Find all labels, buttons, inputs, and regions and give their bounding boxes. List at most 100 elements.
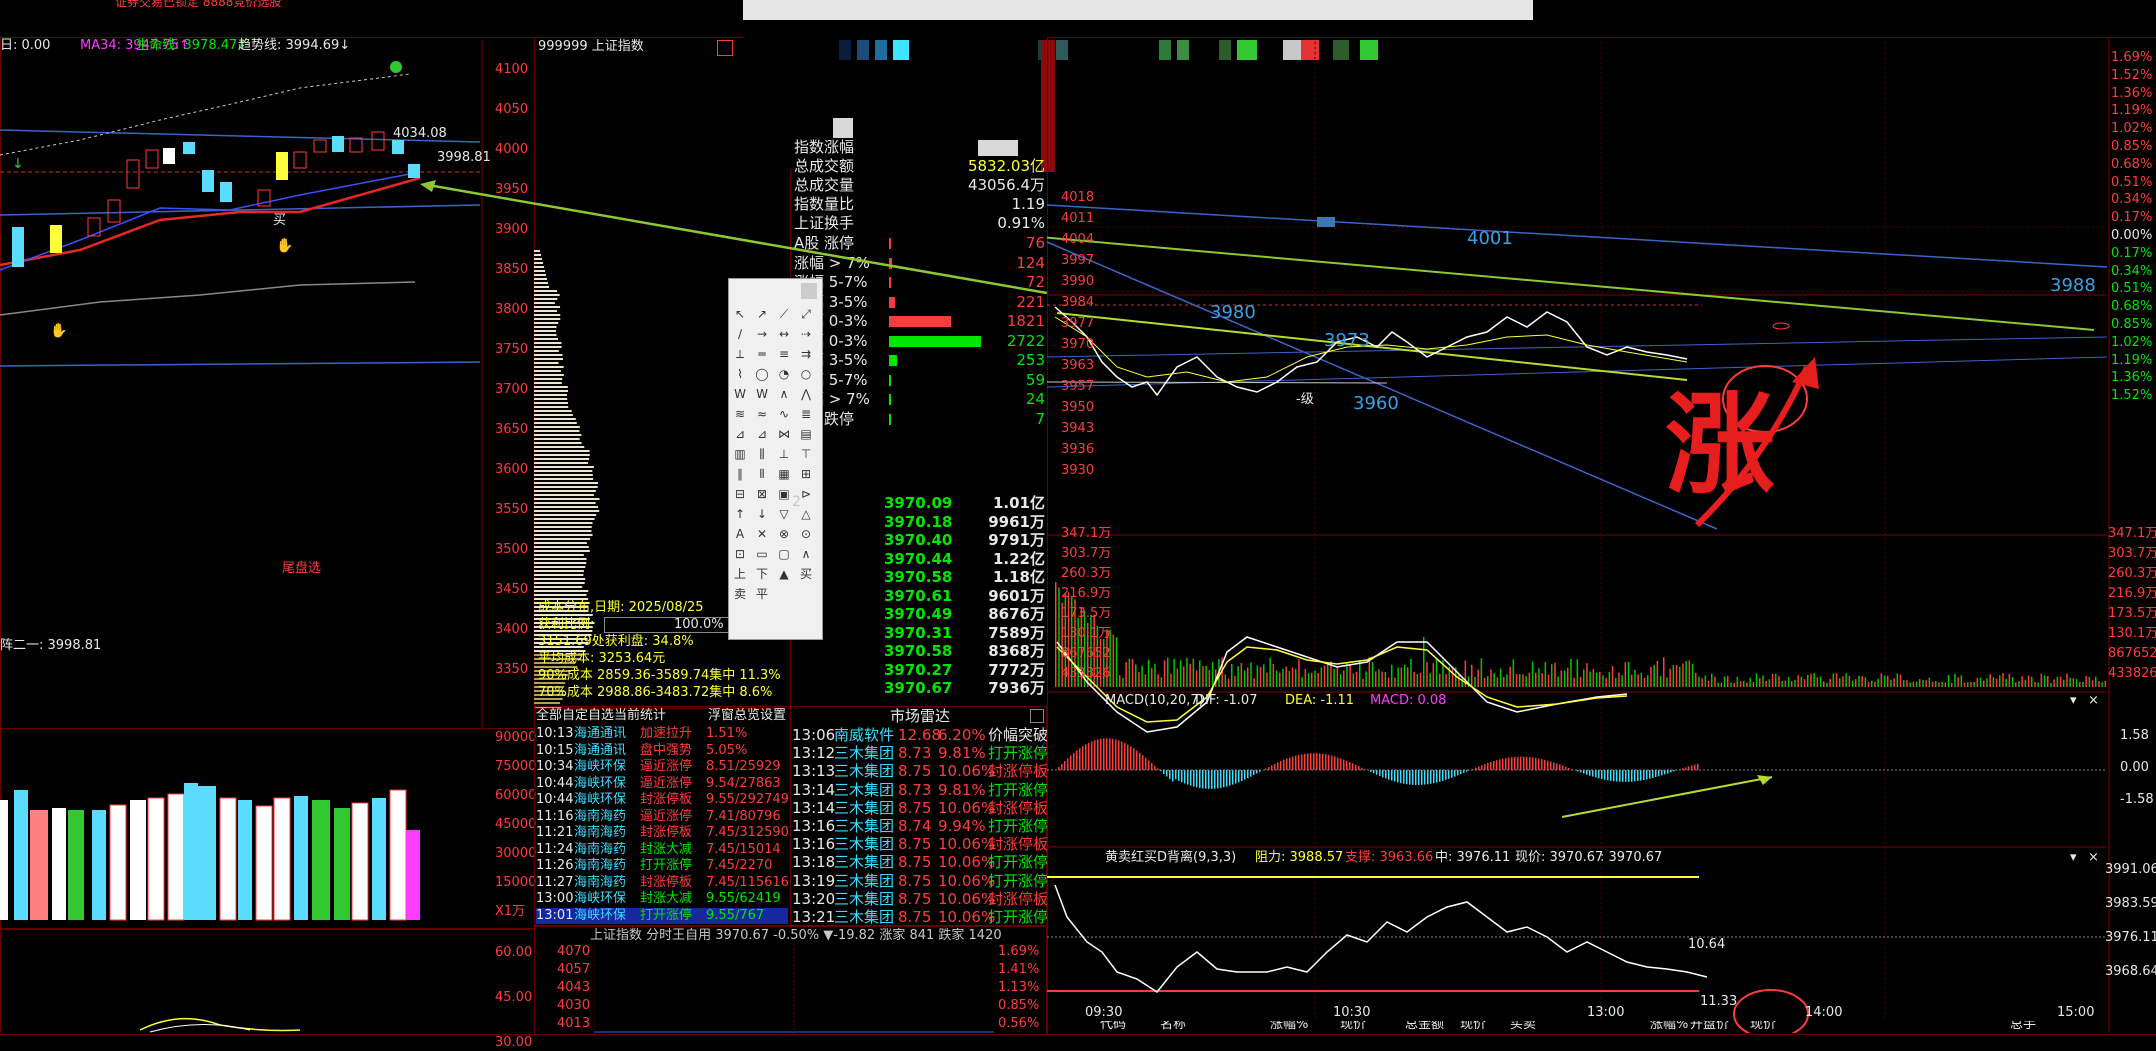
- alert-row[interactable]: 13:01海峡环保打开涨停9.55/767: [536, 908, 788, 924]
- toolbox-tool[interactable]: ⊡: [731, 545, 749, 563]
- alerts-tabs[interactable]: 全部自定自选当前统计浮窗总览设置: [536, 708, 788, 726]
- toolbox-tool[interactable]: ∥: [731, 465, 749, 483]
- toolbox-tool[interactable]: ⇢: [797, 325, 815, 343]
- toolbox-tool[interactable]: ⊞: [797, 465, 815, 483]
- toolbox-tool[interactable]: ⤢: [797, 305, 815, 323]
- toolbox-tool[interactable]: 平: [753, 585, 771, 603]
- macd-close-icon[interactable]: ×: [2088, 693, 2099, 709]
- toolbox-tool[interactable]: ↓: [753, 505, 771, 523]
- toolbox-tool[interactable]: ▽: [775, 505, 793, 523]
- radar-row[interactable]: 13:16三木集团8.7510.06%封涨停板: [792, 836, 1047, 854]
- alert-row[interactable]: 13:00海峡环保封涨大减9.55/62419: [536, 891, 788, 907]
- radar-row[interactable]: 13:12三木集团8.739.81%打开涨停: [792, 745, 1047, 763]
- toolbox-tool[interactable]: ≣: [797, 405, 815, 423]
- column-header[interactable]: 总手: [2010, 1021, 2036, 1033]
- column-header[interactable]: 代码: [1100, 1021, 1126, 1033]
- alert-tab[interactable]: 总览: [734, 708, 760, 724]
- radar-row[interactable]: 13:14三木集团8.7510.06%封涨停板: [792, 800, 1047, 818]
- toolbox-tool[interactable]: ○: [797, 365, 815, 383]
- toolbox-tool[interactable]: ⋈: [775, 425, 793, 443]
- tick-list[interactable]: 2 3970.091.01亿3970.189961万3970.409791万39…: [792, 494, 1047, 709]
- toolbox-tool[interactable]: ▦: [775, 465, 793, 483]
- alert-tab[interactable]: 浮窗: [708, 708, 734, 724]
- column-header[interactable]: 开盘价: [1690, 1021, 1729, 1033]
- toolbox-tool[interactable]: 卖: [731, 585, 749, 603]
- toolbox-tool[interactable]: ⟂: [731, 345, 749, 363]
- radar-row[interactable]: 13:14三木集团8.739.81%打开涨停: [792, 782, 1047, 800]
- intraday-chart[interactable]: [1047, 37, 2156, 1033]
- toolbox-tool[interactable]: ≈: [753, 405, 771, 423]
- column-header[interactable]: 现价: [1340, 1021, 1366, 1033]
- column-header[interactable]: 买卖: [1510, 1021, 1536, 1033]
- toolbox-tool[interactable]: ≡: [775, 345, 793, 363]
- alert-tab[interactable]: 当前: [614, 708, 640, 724]
- radar-row[interactable]: 13:18三木集团8.7510.06%打开涨停: [792, 854, 1047, 872]
- radar-row[interactable]: 13:19三木集团8.7510.06%打开涨停: [792, 873, 1047, 891]
- toolbox-tool[interactable]: ▤: [797, 425, 815, 443]
- radar-menu-icon[interactable]: [1030, 709, 1044, 723]
- toolbox-tool[interactable]: ↗: [753, 305, 771, 323]
- alert-row[interactable]: 11:24海南海药封涨大减7.45/15014: [536, 842, 788, 858]
- toolbox-tool[interactable]: W: [731, 385, 749, 403]
- toolbox-tool[interactable]: ↖: [731, 305, 749, 323]
- toolbox-tool[interactable]: ⊤: [797, 445, 815, 463]
- toolbox-tool[interactable]: ↑: [731, 505, 749, 523]
- column-header[interactable]: 涨幅%: [1650, 1021, 1688, 1033]
- toolbox-tool[interactable]: ⊿: [731, 425, 749, 443]
- radar-row[interactable]: 13:20三木集团8.7510.06%封涨停板: [792, 891, 1047, 909]
- macd-dropdown-icon[interactable]: ▾: [2070, 693, 2077, 709]
- toolbox-tool[interactable]: ✕: [753, 525, 771, 543]
- alert-tab[interactable]: 统计: [640, 708, 666, 724]
- toolbox-tool[interactable]: ≋: [731, 405, 749, 423]
- kline-chart[interactable]: ↓ ✋ ✋: [0, 40, 490, 730]
- toolbox-tool[interactable]: ▢: [775, 545, 793, 563]
- toolbox-tool[interactable]: ⊥: [775, 445, 793, 463]
- toolbox-tool[interactable]: W: [753, 385, 771, 403]
- profile-close-icon[interactable]: [717, 40, 733, 56]
- alert-row[interactable]: 10:15海通通讯盘中强势5.05%: [536, 743, 788, 759]
- alert-row[interactable]: 10:13海通通讯加速拉升1.51%: [536, 726, 788, 742]
- toolbox-tool[interactable]: ⊿: [753, 425, 771, 443]
- column-header[interactable]: 名称: [1160, 1021, 1186, 1033]
- toolbox-tool[interactable]: ↔: [775, 325, 793, 343]
- toolbox-tool[interactable]: ◯: [753, 365, 771, 383]
- toolbox-tool[interactable]: ▲: [775, 565, 793, 583]
- toolbox-tool[interactable]: 下: [753, 565, 771, 583]
- toolbox-tool[interactable]: ∧: [775, 385, 793, 403]
- toolbox-tool[interactable]: ⊗: [775, 525, 793, 543]
- toolbox-tool[interactable]: ▭: [753, 545, 771, 563]
- radar-row[interactable]: 13:13三木集团8.7510.06%封涨停板: [792, 763, 1047, 781]
- alert-row[interactable]: 10:34海峡环保逼近涨停8.51/25929: [536, 759, 788, 775]
- column-header[interactable]: 总金额: [1405, 1021, 1444, 1033]
- alert-row[interactable]: 10:44海峡环保封涨停板9.55/292749: [536, 792, 788, 808]
- toolbox-tool[interactable]: 上: [731, 565, 749, 583]
- radar-row[interactable]: 13:06南威软件12.686.20%价幅突破: [792, 727, 1047, 745]
- toolbox-tool[interactable]: ⌇: [731, 365, 749, 383]
- toolbox-tool[interactable]: ⦀: [753, 465, 771, 483]
- alert-tab[interactable]: 全部: [536, 708, 562, 724]
- alert-row[interactable]: 11:27海南海药封涨停板7.45/115616: [536, 875, 788, 891]
- toolbox-tool[interactable]: ▣: [775, 485, 793, 503]
- toolbox-tool[interactable]: ⊠: [753, 485, 771, 503]
- column-header[interactable]: 现价: [1460, 1021, 1486, 1033]
- alert-tab[interactable]: 设置: [760, 708, 786, 724]
- toolbox-tool[interactable]: ▥: [731, 445, 749, 463]
- alert-row[interactable]: 11:21海南海药封涨停板7.45/312590: [536, 825, 788, 841]
- alert-row[interactable]: 11:16海南海药逼近涨停7.41/80796: [536, 809, 788, 825]
- bottom-column-bar[interactable]: 代码名称涨幅%现价总金额现价买卖涨幅%开盘价现价总手: [1050, 1021, 2156, 1033]
- alert-tab[interactable]: 自选: [588, 708, 614, 724]
- toolbox-tool[interactable]: ⟋: [775, 305, 793, 323]
- bs-close-icon[interactable]: ×: [2088, 850, 2099, 866]
- toolbox-tool[interactable]: ⋀: [797, 385, 815, 403]
- toolbox-tool[interactable]: ═: [753, 345, 771, 363]
- toolbox-tool[interactable]: ⫼: [753, 445, 771, 463]
- toolbox-tool[interactable]: ∿: [775, 405, 793, 423]
- toolbox-tool[interactable]: A: [731, 525, 749, 543]
- bs-dropdown-icon[interactable]: ▾: [2070, 850, 2077, 866]
- alert-row[interactable]: 10:44海峡环保逼近涨停9.54/27863: [536, 776, 788, 792]
- toolbox-tool[interactable]: ⇉: [797, 345, 815, 363]
- column-header[interactable]: 现价: [1750, 1021, 1776, 1033]
- alert-row[interactable]: 11:26海南海药打开涨停7.45/2270: [536, 858, 788, 874]
- radar-row[interactable]: 13:16三木集团8.749.94%打开涨停: [792, 818, 1047, 836]
- toolbox-tool[interactable]: ∕: [731, 325, 749, 343]
